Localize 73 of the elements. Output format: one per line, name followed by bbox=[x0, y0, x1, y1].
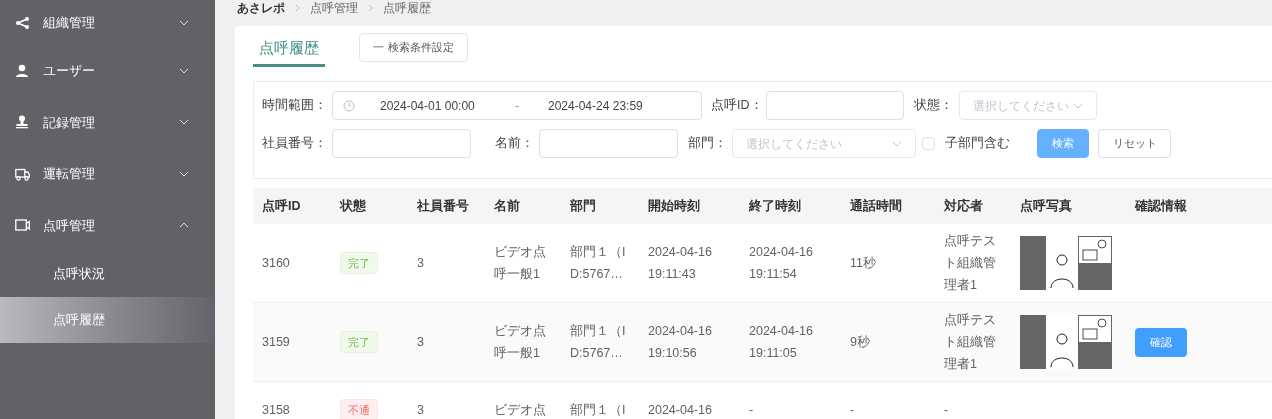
input-field[interactable] bbox=[539, 129, 678, 158]
sidebar-subitem[interactable]: 点呼状況 bbox=[0, 251, 215, 297]
table-cell-text: - bbox=[944, 402, 950, 419]
column-header: 対応者 bbox=[944, 197, 984, 215]
input-field[interactable] bbox=[765, 91, 904, 120]
breadcrumb-item[interactable]: 点呼管理 bbox=[310, 0, 358, 17]
column-header: 名前 bbox=[494, 197, 521, 215]
share-icon bbox=[15, 15, 30, 30]
tab[interactable]: 点呼履歴 bbox=[253, 33, 325, 67]
column-header: 終了時刻 bbox=[749, 197, 802, 215]
reset-button[interactable]: リセット bbox=[1098, 129, 1171, 158]
column-header: 通話時間 bbox=[850, 197, 903, 215]
column-header: 確認情報 bbox=[1135, 197, 1188, 215]
field-label: 部門： bbox=[688, 135, 727, 153]
table-cell-text: 3 bbox=[417, 334, 424, 351]
field-label: 子部門含む bbox=[945, 135, 1010, 153]
table-cell-text: 2024-04-16 19:11:05 bbox=[749, 323, 814, 362]
search-settings-button[interactable]: 一 検索条件設定 bbox=[359, 33, 468, 62]
chevron-right-icon bbox=[368, 4, 373, 12]
date-range-field[interactable]: 2024-04-01 00:00 - 2024-04-24 23:59 bbox=[332, 91, 702, 120]
truck-icon bbox=[15, 166, 30, 181]
checkbox[interactable] bbox=[922, 137, 935, 150]
table-cell-text: ビデオ点 bbox=[494, 402, 547, 419]
field-label: 点呼ID： bbox=[711, 97, 763, 115]
status-tag: 完了 bbox=[340, 330, 378, 354]
input-field[interactable] bbox=[332, 129, 471, 158]
table-cell-text: - bbox=[749, 402, 754, 419]
field-label: 社員番号： bbox=[262, 135, 327, 153]
field-label: 状態： bbox=[913, 97, 953, 115]
table-cell-text: 部門１（ID:5767… bbox=[570, 323, 627, 362]
table-cell-text: - bbox=[850, 402, 855, 419]
table-cell-text: 点呼テスト組織管理者1 bbox=[944, 233, 997, 294]
column-header: 開始時刻 bbox=[648, 197, 701, 215]
sidebar-item[interactable]: ユーザー bbox=[0, 45, 215, 97]
column-header: 点呼写真 bbox=[1020, 197, 1073, 215]
table-cell-text: 3159 bbox=[262, 334, 290, 351]
status-tag: 完了 bbox=[340, 251, 378, 275]
minus-icon: 一 bbox=[373, 39, 384, 56]
user-icon bbox=[15, 63, 30, 78]
table-cell-text: 2024-04-16 bbox=[648, 402, 712, 419]
table-cell-text: 11秒 bbox=[850, 255, 876, 272]
video-camera-icon bbox=[15, 218, 30, 233]
sidebar-item[interactable]: 記録管理 bbox=[0, 96, 215, 148]
table-cell-text: 9秒 bbox=[850, 334, 870, 351]
field-label: 時間範囲： bbox=[262, 97, 327, 115]
table-cell-text: 3 bbox=[417, 255, 424, 272]
status-tag: 不通 bbox=[340, 398, 378, 419]
table-cell-text: 部門１（I bbox=[570, 402, 627, 419]
clock-icon bbox=[343, 99, 355, 112]
breadcrumb-item[interactable]: あさレポ bbox=[237, 0, 285, 17]
table-cell-text: 3158 bbox=[262, 402, 290, 419]
chevron-right-icon bbox=[295, 4, 300, 12]
table-cell-text: 2024-04-16 19:10:56 bbox=[648, 323, 713, 362]
table-cell-text: 3 bbox=[417, 402, 424, 419]
field-label: 名前： bbox=[495, 135, 534, 153]
table-cell-text: 点呼テスト組織管理者1 bbox=[944, 312, 997, 373]
chevron-down-icon bbox=[892, 140, 902, 147]
table-cell-text: 3160 bbox=[262, 255, 290, 272]
table-cell-text: ビデオ点呼一般1 bbox=[494, 244, 547, 283]
column-header: 状態 bbox=[340, 197, 367, 215]
column-header: 部門 bbox=[570, 197, 597, 215]
sidebar-item[interactable]: 組織管理 bbox=[0, 0, 215, 45]
table-cell-text: 2024-04-16 19:11:43 bbox=[648, 244, 713, 283]
column-header: 社員番号 bbox=[417, 197, 470, 215]
table-cell-text: ビデオ点呼一般1 bbox=[494, 323, 547, 362]
table-cell-text: 2024-04-16 19:11:54 bbox=[749, 244, 814, 283]
breadcrumb-item: 点呼履歴 bbox=[383, 0, 431, 17]
column-header: 点呼ID bbox=[262, 197, 302, 215]
sidebar-item[interactable]: 点呼管理 bbox=[0, 199, 215, 251]
table-cell-text: 部門１（ID:5767… bbox=[570, 244, 627, 283]
chevron-down-icon bbox=[1072, 102, 1083, 109]
sidebar-item[interactable]: 運転管理 bbox=[0, 148, 215, 200]
stamp-icon bbox=[15, 115, 30, 130]
